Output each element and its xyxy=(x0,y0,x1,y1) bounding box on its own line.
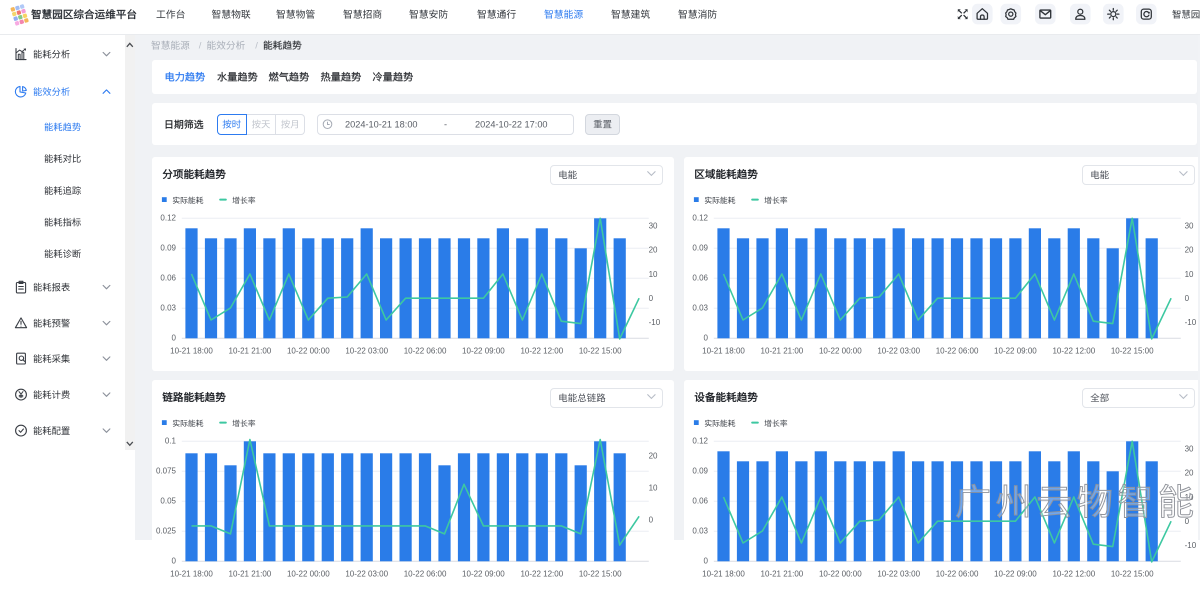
svg-text:10-22 00:00: 10-22 00:00 xyxy=(287,569,330,578)
svg-text:10-22 15:00: 10-22 15:00 xyxy=(579,569,622,578)
svg-text:10-22 15:00: 10-22 15:00 xyxy=(1111,569,1154,578)
svg-text:0: 0 xyxy=(172,556,177,565)
svg-text:2024-10-22 17:00: 2024-10-22 17:00 xyxy=(475,119,548,129)
svg-text:10-22 06:00: 10-22 06:00 xyxy=(404,569,447,578)
svg-text:-10: -10 xyxy=(1185,541,1197,550)
svg-text:10-21 21:00: 10-21 21:00 xyxy=(229,569,272,578)
svg-text:-: - xyxy=(444,119,447,129)
svg-text:/: / xyxy=(255,41,258,52)
svg-text:0: 0 xyxy=(704,556,709,565)
svg-text:10-22 09:00: 10-22 09:00 xyxy=(994,569,1037,578)
svg-text:2024-10-21 18:00: 2024-10-21 18:00 xyxy=(345,119,418,129)
svg-text:/: / xyxy=(199,41,202,52)
svg-text:10-22 03:00: 10-22 03:00 xyxy=(877,569,920,578)
svg-text:10-21 21:00: 10-21 21:00 xyxy=(761,569,804,578)
svg-text:10-22 12:00: 10-22 12:00 xyxy=(520,569,563,578)
svg-text:10-22 03:00: 10-22 03:00 xyxy=(345,569,388,578)
svg-text:10-22 12:00: 10-22 12:00 xyxy=(1052,569,1095,578)
svg-text:10-21 18:00: 10-21 18:00 xyxy=(170,569,213,578)
svg-text:10-22 06:00: 10-22 06:00 xyxy=(936,569,979,578)
svg-text:10-22 00:00: 10-22 00:00 xyxy=(819,569,862,578)
svg-text:10-22 09:00: 10-22 09:00 xyxy=(462,569,505,578)
svg-text:10-21 18:00: 10-21 18:00 xyxy=(702,569,745,578)
